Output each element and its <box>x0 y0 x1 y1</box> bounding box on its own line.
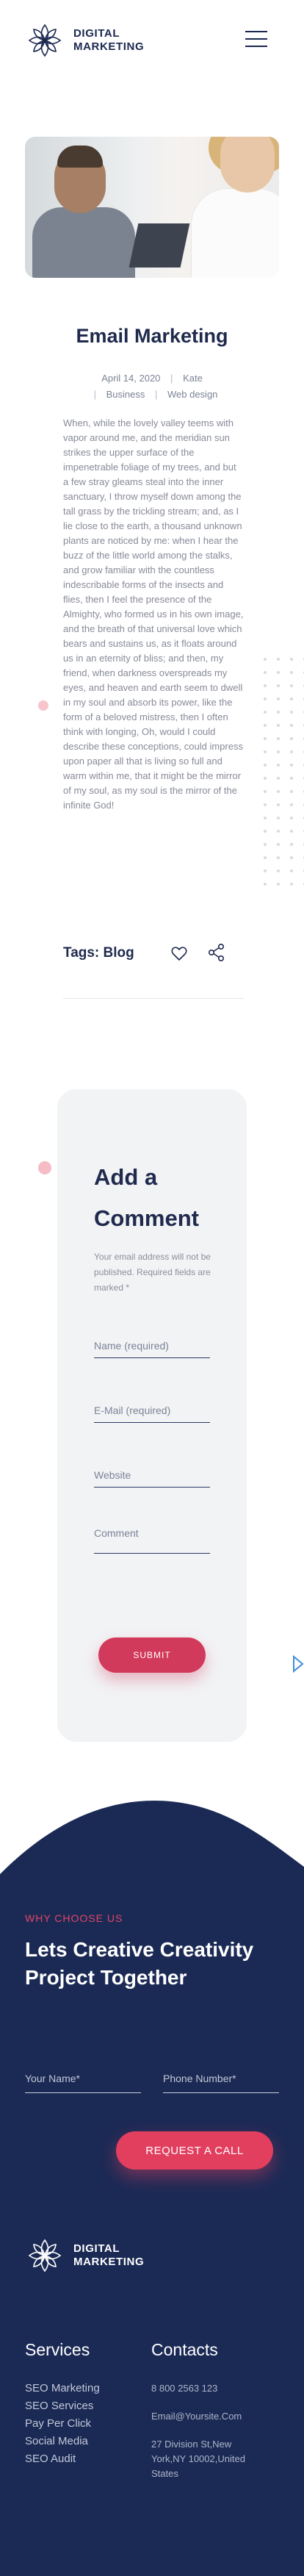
menu-bar <box>245 38 267 40</box>
why-choose-us-label: WHY CHOOSE US <box>25 1912 123 1924</box>
comment-form-card: Add a Comment Your email address will no… <box>57 1089 247 1742</box>
contact-email[interactable]: Email@Yoursite.Com <box>151 2409 254 2424</box>
article-category[interactable]: Web design <box>167 389 217 400</box>
site-logo[interactable]: DIGITAL MARKETING <box>25 21 144 60</box>
services-link[interactable]: SEO Audit <box>25 2450 100 2468</box>
email-field <box>94 1398 210 1423</box>
logo-line-1: DIGITAL <box>73 2242 120 2255</box>
article-hero-image <box>25 137 279 278</box>
cta-headline: Lets Creative Creativity Project Togethe… <box>25 1938 254 1989</box>
comment-title-line-1: Add a <box>94 1164 158 1190</box>
logo-flower-icon <box>28 2239 62 2272</box>
contact-phone[interactable]: 8 800 2563 123 <box>151 2381 254 2396</box>
share-icon[interactable] <box>207 943 226 962</box>
phone-field <box>163 2064 279 2093</box>
photo-laptop <box>129 223 190 268</box>
photo-person-body <box>191 188 279 278</box>
menu-bar <box>245 46 267 47</box>
heart-icon[interactable] <box>170 944 188 962</box>
logo-text: DIGITAL MARKETING <box>73 27 144 54</box>
name-field <box>94 1333 210 1358</box>
play-arrow-icon[interactable] <box>291 1654 304 1674</box>
meta-separator: | <box>170 373 173 384</box>
email-input[interactable] <box>94 1398 210 1422</box>
menu-bar <box>245 31 267 32</box>
article-body: When, while the lovely valley teems with… <box>63 417 244 811</box>
decorative-dot <box>38 1161 51 1174</box>
photo-person-head <box>220 137 275 193</box>
meta-separator: | <box>93 389 96 400</box>
services-list: SEO Marketing SEO Services Pay Per Click… <box>25 2380 100 2468</box>
footer-wave <box>0 1801 304 1918</box>
submit-button[interactable]: SUBMIT <box>98 1637 206 1673</box>
phone-input[interactable] <box>163 2064 279 2092</box>
footer-logo[interactable]: DIGITAL MARKETING <box>25 2236 144 2275</box>
hamburger-menu-icon[interactable] <box>245 31 267 50</box>
contacts-heading: Contacts <box>151 2340 218 2359</box>
article-meta: April 14, 2020 | Kate | Business | Web d… <box>0 370 304 403</box>
contact-address: 27 Division St,New York,NY 10002,United … <box>151 2439 245 2479</box>
photo-person-hair <box>57 146 103 168</box>
article-category[interactable]: Business <box>106 389 145 400</box>
page: DIGITAL MARKETING Email Marketing April … <box>0 0 304 2576</box>
your-name-field <box>25 2064 141 2093</box>
logo-line-2: MARKETING <box>73 40 145 53</box>
services-heading: Services <box>25 2340 90 2359</box>
comment-textarea[interactable] <box>94 1527 210 1553</box>
footer-logo-text: DIGITAL MARKETING <box>73 2242 144 2269</box>
comment-field <box>94 1527 210 1554</box>
services-link[interactable]: SEO Services <box>25 2397 100 2415</box>
meta-separator: | <box>154 389 158 400</box>
comment-form-note: Your email address will not be published… <box>94 1252 211 1293</box>
your-name-input[interactable] <box>25 2064 141 2092</box>
article-tags-row: Tags: Blog <box>63 942 244 964</box>
website-field <box>94 1463 210 1488</box>
name-input[interactable] <box>94 1333 210 1357</box>
decorative-dot <box>38 700 48 711</box>
site-header: DIGITAL MARKETING <box>0 0 304 81</box>
photo-person-body <box>32 207 135 278</box>
article-author[interactable]: Kate <box>183 373 203 384</box>
request-call-button[interactable]: REQUEST A CALL <box>116 2131 273 2170</box>
comment-form-title: Add a Comment <box>94 1157 226 1239</box>
article-title: Email Marketing <box>76 325 228 347</box>
logo-line-1: DIGITAL <box>73 27 120 40</box>
website-input[interactable] <box>94 1463 210 1487</box>
article-date: April 14, 2020 <box>101 373 161 384</box>
comment-title-line-2: Comment <box>94 1205 199 1231</box>
services-link[interactable]: SEO Marketing <box>25 2380 100 2397</box>
site-footer: WHY CHOOSE US Lets Creative Creativity P… <box>0 1771 304 2576</box>
logo-flower-icon <box>28 24 62 57</box>
logo-line-2: MARKETING <box>73 2256 145 2268</box>
services-link[interactable]: Pay Per Click <box>25 2415 100 2433</box>
divider <box>63 998 244 999</box>
decorative-dot-grid <box>258 653 304 888</box>
services-link[interactable]: Social Media <box>25 2433 100 2450</box>
